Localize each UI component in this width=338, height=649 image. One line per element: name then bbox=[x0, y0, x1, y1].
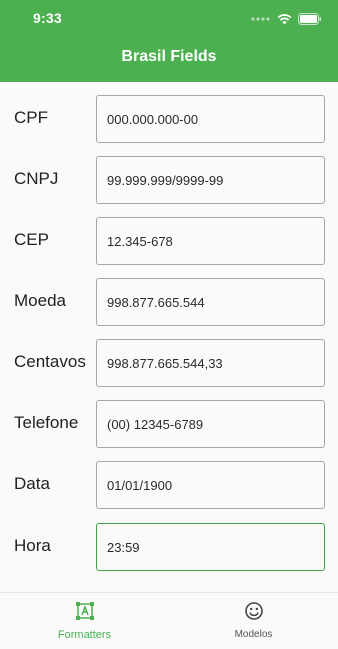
cep-input[interactable] bbox=[96, 217, 325, 265]
moeda-input[interactable] bbox=[96, 278, 325, 326]
bottom-navigation: Formatters Modelos bbox=[0, 592, 338, 649]
status-icons bbox=[251, 12, 322, 26]
field-row-cpf: CPF bbox=[0, 95, 338, 145]
field-label-telefone: Telefone bbox=[14, 413, 79, 432]
nav-label-formatters: Formatters bbox=[57, 629, 112, 641]
field-row-hora: Hora bbox=[0, 523, 338, 573]
field-row-cep: CEP bbox=[0, 217, 338, 267]
app-bar: 9:33 Brasil Fields bbox=[0, 0, 338, 82]
signal-dots-icon bbox=[251, 16, 271, 22]
smiley-icon bbox=[244, 601, 264, 626]
field-label-moeda: Moeda bbox=[14, 291, 66, 310]
field-label-cpf: CPF bbox=[14, 108, 48, 127]
field-row-telefone: Telefone bbox=[0, 400, 338, 450]
field-row-centavos: Centavos bbox=[0, 339, 338, 389]
telefone-input[interactable] bbox=[96, 400, 325, 448]
nav-item-formatters[interactable]: Formatters bbox=[0, 593, 169, 649]
nav-item-modelos[interactable]: Modelos bbox=[169, 593, 338, 649]
cpf-input[interactable] bbox=[96, 95, 325, 143]
status-bar: 9:33 bbox=[0, 0, 338, 36]
nav-label-modelos: Modelos bbox=[234, 629, 273, 640]
cnpj-input[interactable] bbox=[96, 156, 325, 204]
wifi-icon bbox=[277, 13, 292, 25]
field-label-centavos: Centavos bbox=[14, 352, 86, 371]
field-label-cep: CEP bbox=[14, 230, 49, 249]
page-title: Brasil Fields bbox=[121, 48, 217, 65]
status-time: 9:33 bbox=[33, 10, 62, 26]
app-screen: 9:33 Brasil Fields CPF 000.000.000-00 CN… bbox=[0, 0, 338, 649]
field-row-moeda: Moeda bbox=[0, 278, 338, 328]
field-label-data: Data bbox=[14, 474, 50, 493]
field-row-cnpj: CNPJ bbox=[0, 156, 338, 206]
centavos-input[interactable] bbox=[96, 339, 325, 387]
hora-input[interactable] bbox=[96, 523, 325, 571]
data-input[interactable] bbox=[96, 461, 325, 509]
field-label-hora: Hora bbox=[14, 536, 51, 555]
text-frame-icon bbox=[75, 601, 95, 626]
field-row-data: Data bbox=[0, 461, 338, 511]
field-label-cnpj: CNPJ bbox=[14, 169, 59, 188]
battery-icon bbox=[298, 13, 322, 25]
